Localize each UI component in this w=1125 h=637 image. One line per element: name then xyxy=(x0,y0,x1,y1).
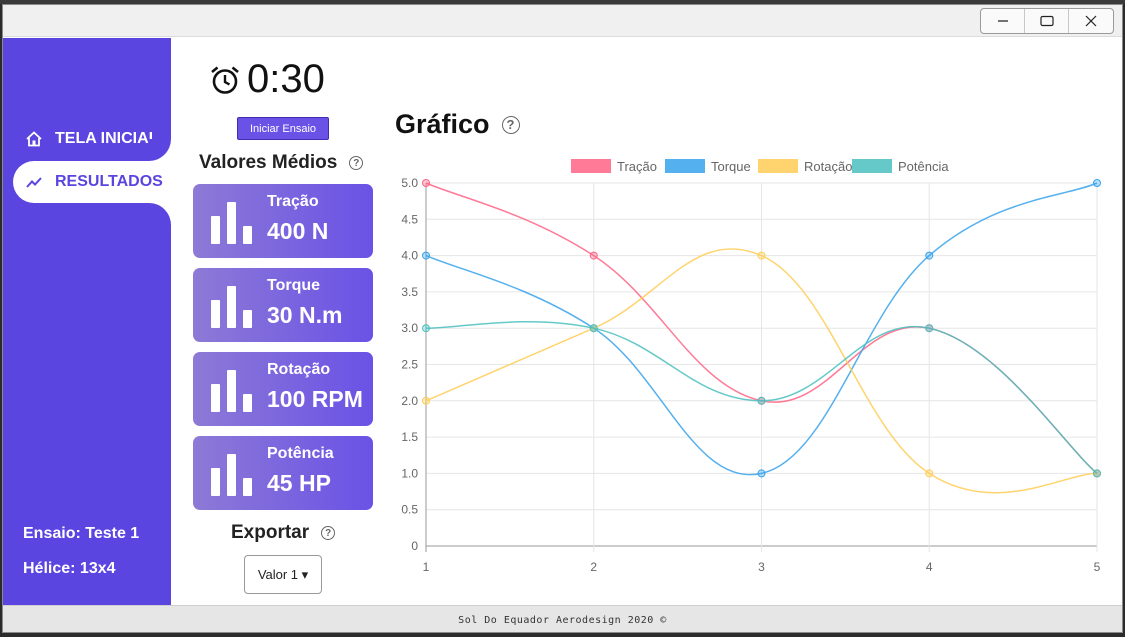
export-select[interactable]: Valor 1 ▾ xyxy=(244,555,322,594)
sidebar: TELA INICIAL RESULTADOS Ensaio: Teste 1 … xyxy=(3,38,171,605)
chart-heading: Gráfico ? xyxy=(395,109,520,140)
x-tick-label: 2 xyxy=(590,560,597,574)
help-icon[interactable]: ? xyxy=(501,115,520,134)
home-icon xyxy=(25,129,45,149)
y-tick-label: 5.0 xyxy=(401,176,418,190)
data-point xyxy=(589,251,598,260)
data-point xyxy=(757,469,766,478)
data-point xyxy=(925,251,934,260)
sidebar-item-label: TELA INICIAL xyxy=(55,130,159,147)
data-point xyxy=(1093,469,1101,478)
y-tick-label: 3.0 xyxy=(401,321,418,335)
bar-chart-icon xyxy=(209,200,253,244)
legend-swatch xyxy=(571,159,611,173)
data-point xyxy=(925,469,934,478)
data-point xyxy=(422,251,430,260)
timer-value: 0:30 xyxy=(247,57,325,101)
sidebar-item-tela-inicial[interactable]: TELA INICIAL xyxy=(13,118,171,160)
sidebar-item-label: RESULTADOS xyxy=(55,173,163,190)
metric-value: 100 RPM xyxy=(267,386,363,412)
export-title: Exportar ? xyxy=(231,522,336,544)
metric-label: Rotação xyxy=(267,361,331,378)
help-icon[interactable]: ? xyxy=(349,156,364,170)
close-icon xyxy=(1085,15,1097,27)
legend-label: Tração xyxy=(617,159,657,174)
bar-chart-icon xyxy=(209,452,253,496)
y-tick-label: 1.0 xyxy=(401,466,418,480)
legend-label: Rotação xyxy=(804,159,852,174)
close-button[interactable] xyxy=(1069,9,1113,33)
metric-label: Tração xyxy=(267,193,319,210)
data-point xyxy=(757,251,766,260)
legend-label: Torque xyxy=(711,159,751,174)
data-point xyxy=(422,396,430,405)
chart-heading-text: Gráfico xyxy=(395,109,490,139)
window-controls xyxy=(980,8,1114,34)
trend-line-icon xyxy=(25,172,45,192)
metric-card-tracao: Tração 400 N xyxy=(193,184,373,258)
timer: 0:30 xyxy=(209,57,325,102)
legend-swatch xyxy=(665,159,705,173)
metric-card-torque: Torque 30 N.m xyxy=(193,268,373,342)
data-point xyxy=(589,324,598,333)
y-tick-label: 2.0 xyxy=(401,394,418,408)
ensaio-label: Ensaio: Teste 1 xyxy=(23,525,140,542)
metric-label: Torque xyxy=(267,277,321,294)
x-tick-label: 3 xyxy=(758,560,765,574)
metric-value: 30 N.m xyxy=(267,302,343,328)
title-bar xyxy=(3,5,1122,37)
metric-card-rotacao: Rotação 100 RPM xyxy=(193,352,373,426)
active-tab-curve xyxy=(149,203,171,225)
legend-swatch xyxy=(758,159,798,173)
x-tick-label: 1 xyxy=(423,560,430,574)
data-point xyxy=(1093,179,1101,187)
sidebar-item-resultados[interactable]: RESULTADOS xyxy=(13,161,171,203)
y-tick-label: 2.5 xyxy=(401,358,418,372)
maximize-icon xyxy=(1039,15,1054,27)
metric-value: 400 N xyxy=(267,218,329,244)
maximize-button[interactable] xyxy=(1025,9,1069,33)
y-tick-label: 4.0 xyxy=(401,249,418,263)
y-tick-label: 0 xyxy=(411,539,418,553)
y-tick-label: 1.5 xyxy=(401,430,418,444)
data-point xyxy=(422,324,430,333)
minimize-icon xyxy=(997,20,1008,22)
bar-chart-icon xyxy=(209,284,253,328)
minimize-button[interactable] xyxy=(981,9,1025,33)
legend-label: Potência xyxy=(898,159,949,174)
averages-title: Valores Médios ? xyxy=(199,152,364,174)
data-point xyxy=(925,324,934,333)
export-title-text: Exportar xyxy=(231,522,310,543)
metric-label: Potência xyxy=(267,445,334,462)
alarm-clock-icon xyxy=(211,65,239,94)
help-icon[interactable]: ? xyxy=(321,526,336,540)
metric-card-potencia: Potência 45 HP xyxy=(193,436,373,510)
data-point xyxy=(422,179,430,187)
legend-swatch xyxy=(852,159,892,173)
start-test-button[interactable]: Iniciar Ensaio xyxy=(237,117,329,140)
helice-label: Hélice: 13x4 xyxy=(23,560,116,577)
metric-value: 45 HP xyxy=(267,470,331,496)
active-tab-curve xyxy=(149,139,171,161)
bar-chart-icon xyxy=(209,368,253,412)
line-chart: 0 0.5 1.0 1.5 2.0 2.5 3.0 3.5 4.0 4.5 5.0 1 2 3 4 5 Traç… xyxy=(401,159,1101,574)
y-tick-label: 0.5 xyxy=(401,503,418,517)
x-tick-label: 5 xyxy=(1094,560,1101,574)
footer: Sol Do Equador Aerodesign 2020 © xyxy=(3,605,1122,632)
averages-title-text: Valores Médios xyxy=(199,152,338,173)
app-window: TELA INICIAL RESULTADOS Ensaio: Teste 1 … xyxy=(2,4,1123,633)
y-tick-label: 3.5 xyxy=(401,285,418,299)
x-tick-label: 4 xyxy=(926,560,933,574)
y-tick-label: 4.5 xyxy=(401,212,418,226)
data-point xyxy=(757,396,766,405)
